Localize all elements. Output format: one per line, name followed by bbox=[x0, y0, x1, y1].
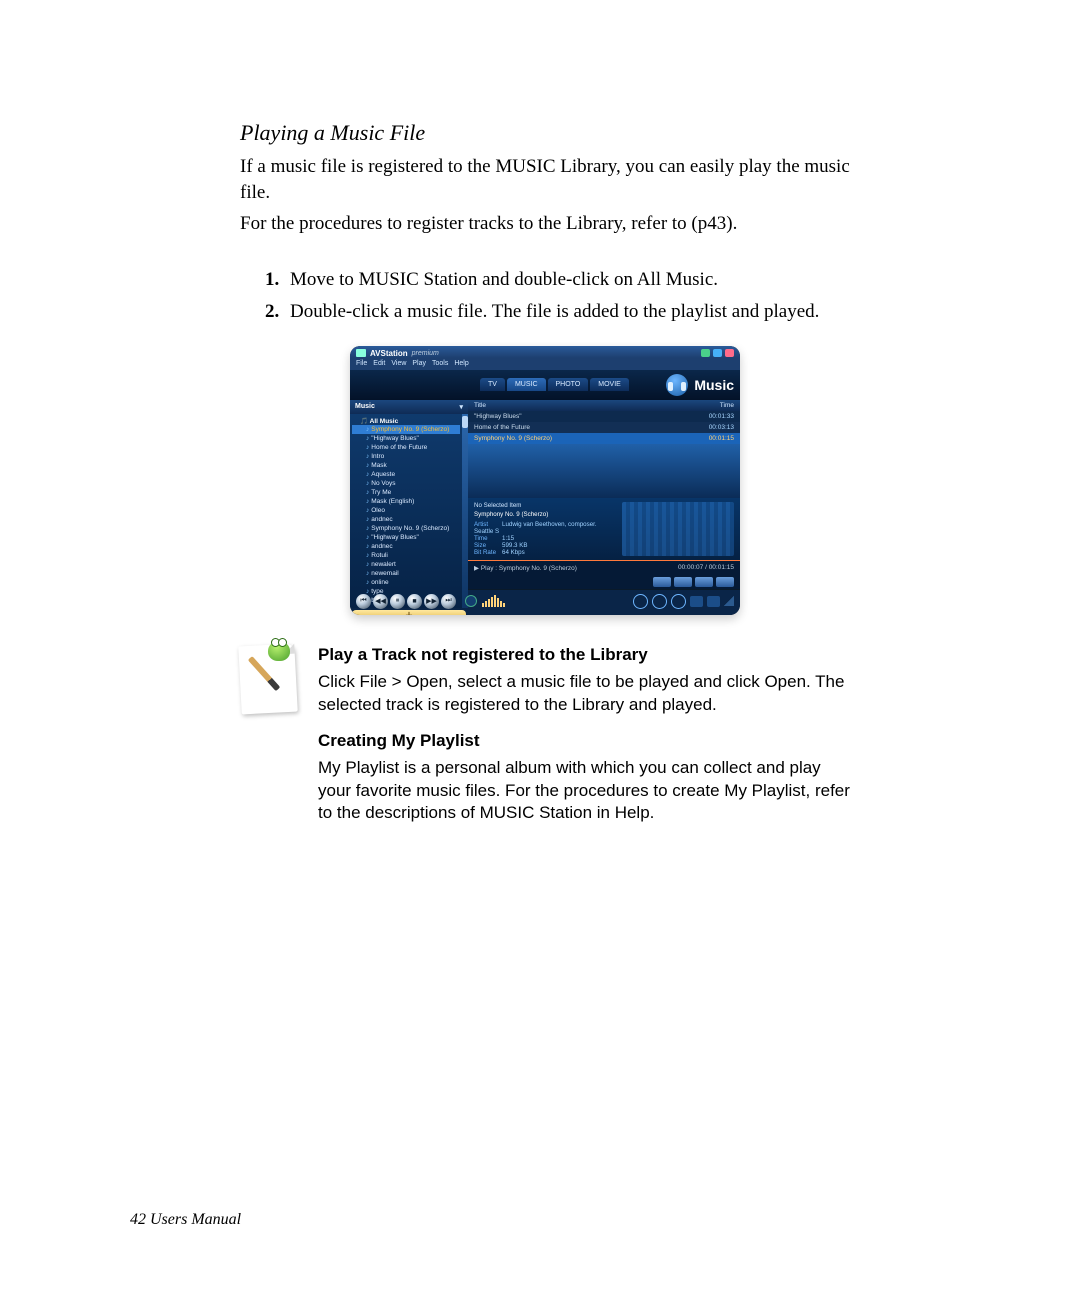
menu-view[interactable]: View bbox=[391, 360, 406, 367]
tree-item[interactable]: ♪Rotuli bbox=[352, 551, 460, 560]
tree-item[interactable]: ♪newalert bbox=[352, 560, 460, 569]
stop-button[interactable]: ■ bbox=[407, 594, 422, 609]
tree-item[interactable]: ♪andnec bbox=[352, 515, 460, 524]
minimize-icon[interactable] bbox=[701, 349, 710, 357]
page-footer: 42 Users Manual bbox=[130, 1211, 241, 1229]
now-playing-bar: ▶ Play : Symphony No. 9 (Scherzo) 00:00:… bbox=[468, 560, 740, 575]
resize-grip-icon[interactable] bbox=[724, 596, 734, 606]
forward-button[interactable]: ▶▶ bbox=[424, 594, 439, 609]
intro-line-1: If a music file is registered to the MUS… bbox=[240, 154, 850, 205]
mini-button[interactable] bbox=[695, 577, 713, 587]
tree-item[interactable]: ♪Aqueste bbox=[352, 470, 460, 479]
list-empty-area bbox=[468, 444, 740, 498]
app-title: AVStation bbox=[370, 349, 408, 358]
pause-button[interactable]: ⏸ bbox=[390, 594, 405, 609]
lyrics-icon[interactable] bbox=[707, 596, 720, 607]
tree-item[interactable]: ♪No Voys bbox=[352, 479, 460, 488]
tab-music[interactable]: MUSIC bbox=[507, 378, 546, 391]
visualizer-icon bbox=[622, 502, 734, 556]
menu-play[interactable]: Play bbox=[412, 360, 426, 367]
mini-button[interactable] bbox=[674, 577, 692, 587]
playlist-icon[interactable] bbox=[690, 596, 703, 607]
mini-buttons bbox=[468, 575, 740, 589]
library-tree: 🎵 All Music ♪Symphony No. 9 (Scherzo) ♪"… bbox=[350, 414, 462, 608]
next-track-button[interactable]: ⏭ bbox=[441, 594, 456, 609]
tree-item[interactable]: ♪"Highway Blues" bbox=[352, 533, 460, 542]
chevron-down-icon[interactable]: ▾ bbox=[459, 403, 463, 411]
table-row[interactable]: "Highway Blues" 00:01:33 bbox=[468, 411, 740, 422]
tree-item[interactable]: ♪Symphony No. 9 (Scherzo) bbox=[352, 425, 460, 434]
menu-help[interactable]: Help bbox=[454, 360, 468, 367]
step-2: Double-click a music file. The file is a… bbox=[284, 297, 850, 327]
note1-body: Click File > Open, select a music file t… bbox=[318, 671, 850, 717]
col-title[interactable]: Title bbox=[474, 402, 486, 409]
note-icon bbox=[240, 645, 296, 713]
mini-button[interactable] bbox=[653, 577, 671, 587]
tree-item[interactable]: ♪Home of the Future bbox=[352, 443, 460, 452]
menu-file[interactable]: File bbox=[356, 360, 367, 367]
note2-body: My Playlist is a personal album with whi… bbox=[318, 757, 850, 826]
tree-item[interactable]: ♪"Highway Blues" bbox=[352, 434, 460, 443]
sidebar: Music ▾ 🎵 All Music ♪Symphony No. 9 (Sch… bbox=[350, 400, 468, 590]
tab-photo[interactable]: PHOTO bbox=[548, 378, 589, 391]
rewind-button[interactable]: ◀◀ bbox=[373, 594, 388, 609]
app-screenshot: AVStation premium File Edit View Play To… bbox=[350, 346, 740, 615]
col-time[interactable]: Time bbox=[720, 402, 734, 409]
tree-item[interactable]: ♪Mask (English) bbox=[352, 497, 460, 506]
section-title: Playing a Music File bbox=[240, 120, 850, 146]
details-track-title: Symphony No. 9 (Scherzo) bbox=[474, 511, 614, 518]
mini-button[interactable] bbox=[716, 577, 734, 587]
equalizer-icon bbox=[482, 595, 505, 607]
window-titlebar: AVStation premium bbox=[350, 346, 740, 358]
tree-item[interactable]: ♪online bbox=[352, 578, 460, 587]
tree-item[interactable]: ♪newemail bbox=[352, 569, 460, 578]
note1-title: Play a Track not registered to the Libra… bbox=[318, 645, 850, 665]
shuffle-icon[interactable] bbox=[652, 594, 667, 609]
intro-line-2: For the procedures to register tracks to… bbox=[240, 211, 850, 237]
details-header: No Selected Item bbox=[474, 502, 614, 509]
tree-item[interactable]: ♪Mask bbox=[352, 461, 460, 470]
tree-item[interactable]: ♪Try Me bbox=[352, 488, 460, 497]
tree-item[interactable]: ♪Intro bbox=[352, 452, 460, 461]
tree-root-all-music[interactable]: 🎵 All Music bbox=[352, 417, 460, 425]
monitor-icon bbox=[356, 349, 366, 357]
station-row: TV MUSIC PHOTO MOVIE Music bbox=[350, 370, 740, 400]
repeat-icon[interactable] bbox=[633, 594, 648, 609]
tab-tv[interactable]: TV bbox=[480, 378, 505, 391]
menu-edit[interactable]: Edit bbox=[373, 360, 385, 367]
steps-list: Move to MUSIC Station and double-click o… bbox=[240, 265, 850, 328]
headphones-icon bbox=[666, 374, 688, 396]
loop-icon[interactable] bbox=[671, 594, 686, 609]
note2-title: Creating My Playlist bbox=[318, 731, 850, 751]
tree-item[interactable]: ♪Oleo bbox=[352, 506, 460, 515]
tree-item[interactable]: ♪Symphony No. 9 (Scherzo) bbox=[352, 524, 460, 533]
app-subtitle: premium bbox=[412, 350, 439, 357]
step-1: Move to MUSIC Station and double-click o… bbox=[284, 265, 850, 295]
station-label: Music bbox=[694, 377, 734, 393]
maximize-icon[interactable] bbox=[713, 349, 722, 357]
frog-icon bbox=[268, 641, 290, 661]
close-icon[interactable] bbox=[725, 349, 734, 357]
table-row[interactable]: Home of the Future 00:03:13 bbox=[468, 422, 740, 433]
menu-bar: File Edit View Play Tools Help bbox=[350, 358, 740, 370]
track-list: Title Time "Highway Blues" 00:01:33 Home… bbox=[468, 400, 740, 498]
add-button[interactable]: ＋ bbox=[352, 610, 466, 615]
prev-track-button[interactable]: ⏮ bbox=[356, 594, 371, 609]
tab-movie[interactable]: MOVIE bbox=[590, 378, 629, 391]
table-row-selected[interactable]: Symphony No. 9 (Scherzo) 00:01:15 bbox=[468, 433, 740, 444]
mute-icon[interactable] bbox=[465, 595, 477, 607]
tree-item[interactable]: ♪andnec bbox=[352, 542, 460, 551]
sidebar-header: Music bbox=[355, 403, 375, 410]
menu-tools[interactable]: Tools bbox=[432, 360, 448, 367]
details-panel: No Selected Item Symphony No. 9 (Scherzo… bbox=[468, 498, 740, 560]
